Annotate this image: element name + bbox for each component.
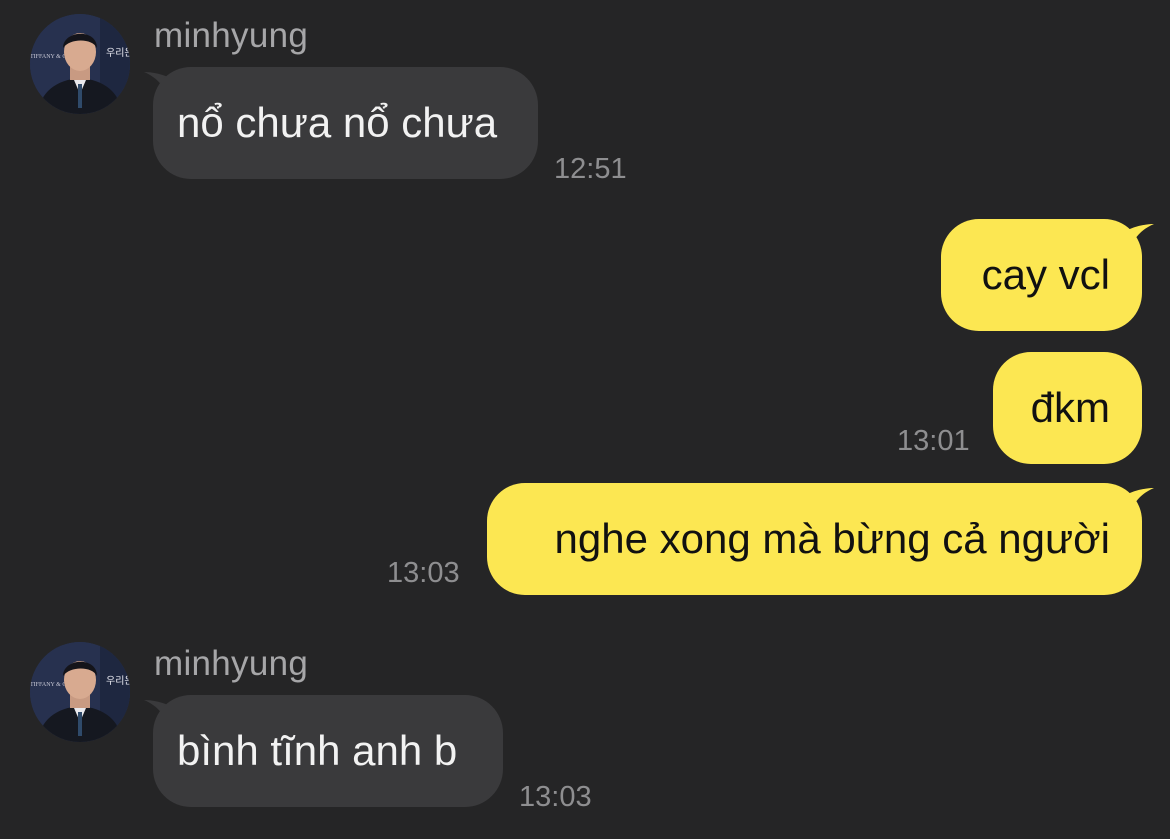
message-text: nổ chưa nổ chưa [177,99,498,146]
message-bubble-outgoing[interactable]: đkm [993,352,1142,464]
sender-name: minhyung [154,16,309,55]
message-timestamp: 13:03 [519,781,592,813]
message-bubble-outgoing[interactable]: cay vcl [941,219,1142,331]
message-timestamp: 12:51 [554,153,627,185]
message-text: bình tĩnh anh b [177,727,458,774]
avatar-photo: 우리은행 TIFFANY & Co. [30,642,130,742]
avatar-photo: 우리은행 TIFFANY & Co. [30,14,130,114]
contact-avatar[interactable]: 우리은행 TIFFANY & Co. [30,14,130,114]
sender-name: minhyung [154,644,309,683]
message-text: cay vcl [981,251,1110,298]
avatar-banner-text: 우리은행 [106,675,130,687]
avatar-banner-text: 우리은행 [106,47,130,59]
message-bubble-incoming[interactable]: nổ chưa nổ chưa [153,67,538,179]
contact-avatar[interactable]: 우리은행 TIFFANY & Co. [30,642,130,742]
message-timestamp: 13:03 [387,557,460,589]
message-text: đkm [1030,384,1110,431]
message-bubble-outgoing[interactable]: nghe xong mà bừng cả người [487,483,1142,595]
message-bubble-incoming[interactable]: bình tĩnh anh b [153,695,503,807]
message-timestamp: 13:01 [897,425,970,457]
message-text: nghe xong mà bừng cả người [554,515,1110,562]
